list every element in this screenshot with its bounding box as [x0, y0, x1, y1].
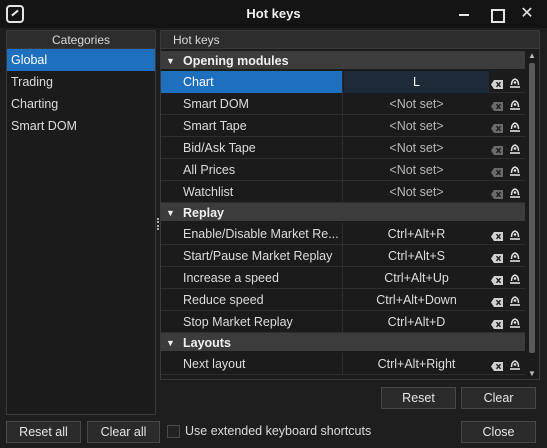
scrollbar-thumb[interactable] [529, 63, 535, 353]
record-key-icon[interactable] [509, 120, 521, 132]
hotkey-row[interactable]: Increase a speed Ctrl+Alt+Up [161, 267, 525, 289]
hotkey-row[interactable]: Reduce speed Ctrl+Alt+Down [161, 289, 525, 311]
hotkey-value-field[interactable]: Ctrl+Alt+R [344, 223, 489, 245]
category-item[interactable]: Smart DOM [7, 115, 155, 137]
clear-all-button[interactable]: Clear all [87, 421, 160, 443]
extended-shortcuts-label: Use extended keyboard shortcuts [185, 424, 372, 438]
hotkey-value-field[interactable]: Ctrl+Alt+Down [344, 289, 489, 311]
hotkey-row[interactable]: All Prices <Not set> [161, 159, 525, 181]
record-key-icon[interactable] [509, 164, 521, 176]
hotkey-action-name[interactable]: Start/Pause Market Replay [161, 245, 343, 267]
scroll-up-icon[interactable]: ▲ [528, 51, 536, 60]
category-item[interactable]: Charting [7, 93, 155, 115]
category-item[interactable]: Global [7, 49, 155, 71]
backspace-clear-icon[interactable] [491, 318, 503, 329]
hotkey-row[interactable]: Enable/Disable Market Re... Ctrl+Alt+R [161, 223, 525, 245]
hotkey-value-field[interactable]: <Not set> [344, 93, 489, 115]
record-key-icon[interactable] [509, 294, 521, 306]
extended-shortcuts-checkbox[interactable] [167, 425, 180, 438]
record-key-icon[interactable] [509, 250, 521, 262]
hotkey-row[interactable]: Smart Tape <Not set> [161, 115, 525, 137]
hotkey-action-name[interactable]: Smart DOM [161, 93, 343, 115]
record-key-icon[interactable] [509, 98, 521, 110]
hotkeys-header: Hot keys [161, 31, 539, 49]
hotkey-value-field[interactable]: Ctrl+Alt+Right [344, 353, 489, 375]
hotkey-row[interactable]: Watchlist <Not set> [161, 181, 525, 203]
record-key-icon[interactable] [509, 142, 521, 154]
record-key-icon[interactable] [509, 76, 521, 88]
close-window-button[interactable]: ✕ [516, 4, 538, 24]
hotkey-row[interactable]: Chart L [161, 71, 525, 93]
group-header[interactable]: ▼ Layouts [161, 333, 525, 353]
hotkey-action-name[interactable]: Smart Tape [161, 115, 343, 137]
vertical-scrollbar[interactable]: ▲ ▼ [526, 51, 538, 379]
hotkey-row[interactable]: Next layout Ctrl+Alt+Right [161, 353, 525, 375]
hotkey-action-name[interactable]: Stop Market Replay [161, 311, 343, 333]
hotkey-value-field[interactable]: Ctrl+Alt+Up [344, 267, 489, 289]
hotkey-action-name[interactable]: Chart [161, 71, 343, 93]
hotkey-row[interactable]: Bid/Ask Tape <Not set> [161, 137, 525, 159]
backspace-clear-icon[interactable] [491, 144, 503, 155]
clear-button[interactable]: Clear [461, 387, 536, 409]
title-bar: Hot keys ✕ [0, 0, 547, 28]
categories-list: Global Trading Charting Smart DOM [7, 49, 155, 137]
hotkey-action-name[interactable]: Increase a speed [161, 267, 343, 289]
hotkey-value-field[interactable]: L [344, 71, 489, 93]
hotkey-action-name[interactable]: Bid/Ask Tape [161, 137, 343, 159]
record-key-icon[interactable] [509, 228, 521, 240]
hotkeys-panel: Hot keys ▼ Opening modules Chart L Smart DOM… [160, 30, 540, 380]
maximize-button[interactable] [485, 4, 507, 24]
hotkey-action-name[interactable]: Enable/Disable Market Re... [161, 223, 343, 245]
backspace-clear-icon[interactable] [491, 188, 503, 199]
hotkey-action-name[interactable]: Next layout [161, 353, 343, 375]
hotkeys-list: ▼ Opening modules Chart L Smart DOM <Not set>… [161, 51, 525, 375]
hotkey-value-field[interactable]: <Not set> [344, 181, 489, 203]
close-button[interactable]: Close [461, 421, 536, 443]
category-item[interactable]: Trading [7, 71, 155, 93]
backspace-clear-icon[interactable] [491, 230, 503, 241]
record-key-icon[interactable] [509, 358, 521, 370]
chevron-down-icon[interactable]: ▼ [166, 333, 176, 353]
record-key-icon[interactable] [509, 186, 521, 198]
hotkey-row[interactable]: Start/Pause Market Replay Ctrl+Alt+S [161, 245, 525, 267]
record-key-icon[interactable] [509, 316, 521, 328]
hotkey-value-field[interactable]: <Not set> [344, 137, 489, 159]
hotkey-action-name[interactable]: Reduce speed [161, 289, 343, 311]
backspace-clear-icon[interactable] [491, 274, 503, 285]
categories-header: Categories [7, 31, 155, 49]
reset-all-button[interactable]: Reset all [6, 421, 81, 443]
chevron-down-icon[interactable]: ▼ [166, 203, 176, 223]
backspace-clear-icon[interactable] [491, 100, 503, 111]
backspace-clear-icon[interactable] [491, 122, 503, 133]
categories-panel: Categories Global Trading Charting Smart DO… [6, 30, 156, 415]
group-header[interactable]: ▼ Replay [161, 203, 525, 223]
minimize-button[interactable] [453, 4, 475, 24]
reset-button[interactable]: Reset [381, 387, 456, 409]
group-header[interactable]: ▼ Opening modules [161, 51, 525, 71]
scroll-down-icon[interactable]: ▼ [528, 369, 536, 378]
hotkey-row[interactable]: Smart DOM <Not set> [161, 93, 525, 115]
backspace-clear-icon[interactable] [491, 166, 503, 177]
hotkey-value-field[interactable]: <Not set> [344, 115, 489, 137]
backspace-clear-icon[interactable] [491, 252, 503, 263]
group-title: Replay [183, 206, 224, 220]
backspace-clear-icon[interactable] [491, 296, 503, 307]
group-title: Opening modules [183, 54, 289, 68]
record-key-icon[interactable] [509, 272, 521, 284]
hotkey-action-name[interactable]: All Prices [161, 159, 343, 181]
hotkey-value-field[interactable]: <Not set> [344, 159, 489, 181]
backspace-clear-icon[interactable] [491, 360, 503, 371]
hotkey-value-field[interactable]: Ctrl+Alt+D [344, 311, 489, 333]
chevron-down-icon[interactable]: ▼ [166, 51, 176, 71]
hotkey-row[interactable]: Stop Market Replay Ctrl+Alt+D [161, 311, 525, 333]
hotkey-value-field[interactable]: Ctrl+Alt+S [344, 245, 489, 267]
backspace-clear-icon[interactable] [491, 78, 503, 89]
group-title: Layouts [183, 336, 231, 350]
hotkey-action-name[interactable]: Watchlist [161, 181, 343, 203]
